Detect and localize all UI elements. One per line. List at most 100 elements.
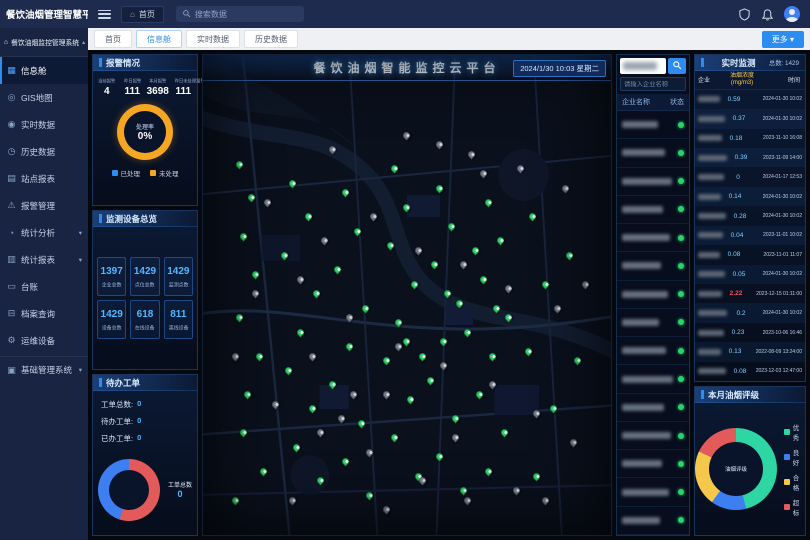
sidebar-item-base-system[interactable]: ▣ 基础管理系统 ▾ [0, 356, 88, 383]
realtime-row[interactable]: 0.372024-01-30 10:02 [695, 109, 805, 128]
company-row[interactable] [617, 450, 689, 478]
realtime-row[interactable]: 0.042023-11-01 10:02 [695, 226, 805, 245]
map-pin[interactable] [467, 150, 477, 160]
map-pin[interactable] [320, 236, 330, 246]
map-pin[interactable] [565, 250, 575, 260]
company-search-input[interactable] [620, 58, 666, 74]
company-search-button[interactable] [668, 58, 686, 74]
map-pin[interactable] [438, 361, 448, 371]
sidebar-item[interactable]: ⊟档案查询 [0, 300, 88, 327]
company-row[interactable] [617, 224, 689, 252]
map-pin[interactable] [385, 241, 395, 251]
map-pin[interactable] [503, 313, 513, 323]
content-tab[interactable]: 首页 [94, 30, 132, 48]
map-pin[interactable] [471, 246, 481, 256]
company-row[interactable] [617, 478, 689, 506]
map-pin[interactable] [381, 390, 391, 400]
realtime-row[interactable]: 0.082023-11-01 11:07 [695, 245, 805, 264]
sidebar-item[interactable]: ◔统计分析▾ [0, 219, 88, 246]
map-pin[interactable] [357, 418, 367, 428]
map-pin[interactable] [479, 169, 489, 179]
map-pin[interactable] [316, 428, 326, 438]
shield-icon[interactable] [738, 8, 751, 21]
company-row[interactable] [617, 422, 689, 450]
map-pin[interactable] [242, 390, 252, 400]
home-tab-chip[interactable]: ⌂ 首页 [121, 6, 164, 23]
map-pin[interactable] [573, 356, 583, 366]
map-pin[interactable] [344, 313, 354, 323]
gis-map[interactable]: 餐饮油烟智能监控云平台 2024/1/30 10:03 星期二 [202, 54, 612, 536]
map-pin[interactable] [365, 447, 375, 457]
company-row[interactable] [617, 139, 689, 167]
realtime-row[interactable]: 0.592024-01-30 10:02 [695, 90, 805, 109]
map-pin[interactable] [503, 284, 513, 294]
map-pin[interactable] [230, 495, 240, 505]
map-pin[interactable] [389, 433, 399, 443]
more-button[interactable]: 更多 ▾ [762, 31, 804, 48]
menu-toggle-icon[interactable] [98, 10, 111, 19]
company-filter[interactable] [620, 77, 686, 91]
global-search-input[interactable] [195, 10, 298, 19]
map-pin[interactable] [540, 279, 550, 289]
map-pin[interactable] [304, 212, 314, 222]
map-pin[interactable] [512, 486, 522, 496]
map-pin[interactable] [455, 298, 465, 308]
map-pin[interactable] [548, 404, 558, 414]
realtime-row[interactable]: 0.142024-01-30 10:02 [695, 187, 805, 206]
map-pin[interactable] [234, 313, 244, 323]
map-pin[interactable] [263, 198, 273, 208]
map-pin[interactable] [283, 366, 293, 376]
map-pin[interactable] [295, 327, 305, 337]
map-pin[interactable] [561, 183, 571, 193]
map-pin[interactable] [426, 375, 436, 385]
map-pin[interactable] [418, 351, 428, 361]
map-pin[interactable] [348, 390, 358, 400]
map-pin[interactable] [238, 231, 248, 241]
sidebar-system-header[interactable]: ⌂ 餐饮油烟监控管理系统 ▴ [0, 28, 88, 57]
map-pin[interactable] [532, 409, 542, 419]
company-row[interactable] [617, 507, 689, 535]
content-tab[interactable]: 实时数据 [186, 30, 240, 48]
map-pin[interactable] [495, 236, 505, 246]
content-tab[interactable]: 信息舱 [136, 30, 182, 48]
map-pin[interactable] [483, 198, 493, 208]
map-pin[interactable] [483, 466, 493, 476]
map-pin[interactable] [287, 495, 297, 505]
map-pin[interactable] [479, 274, 489, 284]
sidebar-item[interactable]: ◎GIS地图 [0, 84, 88, 111]
map-pin[interactable] [259, 466, 269, 476]
company-row[interactable] [617, 309, 689, 337]
realtime-row[interactable]: 0.132022-08-09 13:24:00 [695, 342, 805, 361]
map-pin[interactable] [246, 193, 256, 203]
map-pin[interactable] [279, 250, 289, 260]
map-pin[interactable] [532, 471, 542, 481]
map-pin[interactable] [336, 414, 346, 424]
map-pin[interactable] [463, 327, 473, 337]
map-pin[interactable] [381, 505, 391, 515]
map-pin[interactable] [487, 380, 497, 390]
realtime-row[interactable]: 0.052024-01-30 10:02 [695, 265, 805, 284]
map-pin[interactable] [389, 164, 399, 174]
map-pin[interactable] [446, 222, 456, 232]
company-row[interactable] [617, 111, 689, 139]
map-pin[interactable] [434, 140, 444, 150]
notification-bell-icon[interactable] [761, 8, 774, 21]
map-pin[interactable] [401, 130, 411, 140]
map-pin[interactable] [475, 390, 485, 400]
realtime-row[interactable]: 02024-01-17 12:53 [695, 167, 805, 186]
company-row[interactable] [617, 252, 689, 280]
map-pin[interactable] [434, 183, 444, 193]
map-pin[interactable] [369, 212, 379, 222]
company-row[interactable] [617, 196, 689, 224]
sidebar-item[interactable]: ⚠报警管理 [0, 192, 88, 219]
map-pin[interactable] [353, 226, 363, 236]
company-name-filter-input[interactable] [621, 81, 685, 88]
sidebar-item[interactable]: ▦信息舱 [0, 57, 88, 84]
map-pin[interactable] [442, 289, 452, 299]
map-pin[interactable] [271, 399, 281, 409]
realtime-row[interactable]: 0.082023-12-03 12:47:00 [695, 362, 805, 381]
map-pin[interactable] [238, 428, 248, 438]
sidebar-item[interactable]: ▭台账 [0, 273, 88, 300]
company-row[interactable] [617, 337, 689, 365]
sidebar-item[interactable]: ◉实时数据 [0, 111, 88, 138]
